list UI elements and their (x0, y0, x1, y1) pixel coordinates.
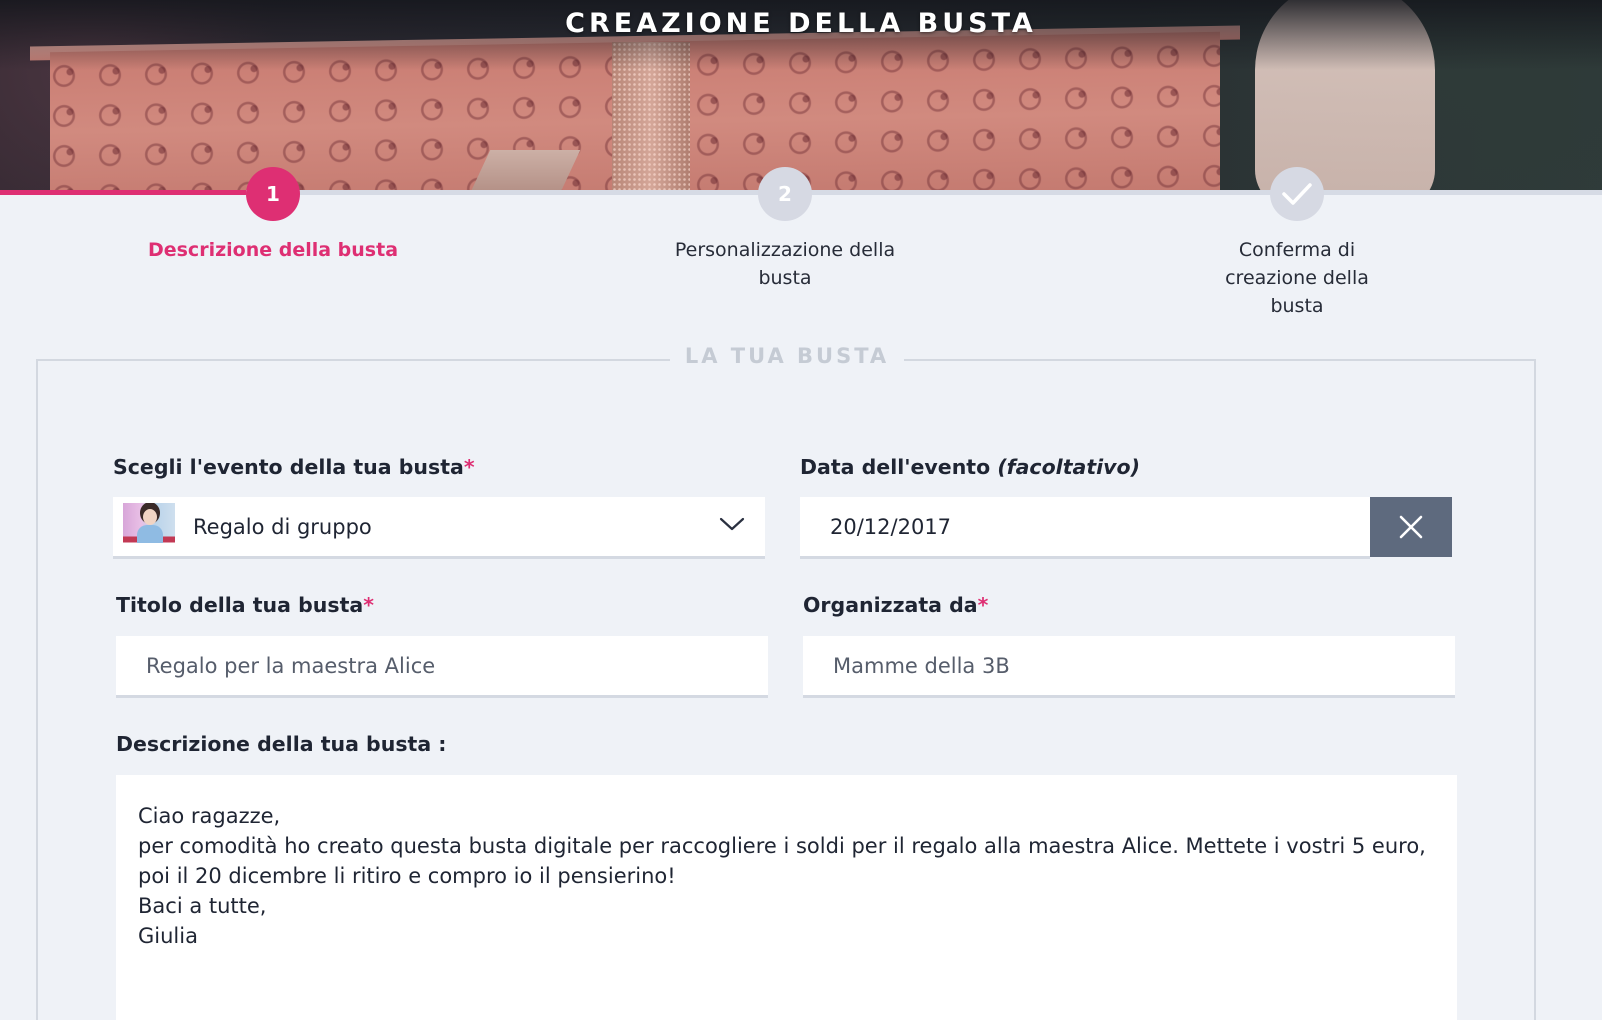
organizer-input-value: Mamme della 3B (833, 653, 1010, 678)
chevron-down-icon[interactable] (719, 516, 745, 532)
date-label: Data dell'evento (facoltativo) (800, 455, 1140, 479)
description-line: Giulia (138, 924, 198, 948)
step-1-number: 1 (266, 182, 280, 206)
title-label: Titolo della tua busta* (116, 593, 374, 617)
step-1-label[interactable]: Descrizione della busta (143, 236, 403, 264)
step-2-number: 2 (778, 182, 792, 206)
page-title: CREAZIONE DELLA BUSTA (565, 8, 1037, 39)
organizer-input[interactable]: Mamme della 3B (803, 636, 1455, 698)
panel-legend: LA TUA BUSTA (670, 344, 904, 376)
step-1-circle[interactable]: 1 (246, 167, 300, 221)
step-2-label[interactable]: Personalizzazione della busta (655, 236, 915, 292)
step-3-label[interactable]: Conferma di creazione della busta (1167, 236, 1427, 320)
description-label: Descrizione della tua busta : (116, 732, 447, 756)
description-line: per comodità ho creato questa busta digi… (138, 834, 1433, 888)
description-line: Ciao ragazze, (138, 804, 281, 828)
event-select-value: Regalo di gruppo (193, 514, 372, 539)
description-line: Baci a tutte, (138, 894, 267, 918)
required-mark: * (977, 593, 989, 617)
hero-banner: CREAZIONE DELLA BUSTA (0, 0, 1602, 194)
step-2-circle[interactable]: 2 (758, 167, 812, 221)
date-input-value: 20/12/2017 (830, 514, 952, 539)
step-3-circle[interactable] (1270, 167, 1324, 221)
stepper-progress (0, 190, 246, 195)
optional-note: (facoltativo) (997, 455, 1140, 479)
required-mark: * (463, 455, 475, 479)
clear-date-button[interactable] (1370, 497, 1452, 557)
required-mark: * (363, 593, 374, 617)
title-input[interactable]: Regalo per la maestra Alice (116, 636, 768, 698)
check-icon (1282, 183, 1312, 205)
organizer-label: Organizzata da* (803, 593, 989, 617)
event-label: Scegli l'evento della tua busta* (113, 455, 475, 479)
title-input-value: Regalo per la maestra Alice (146, 653, 436, 678)
event-thumbnail (123, 502, 175, 551)
event-select[interactable]: Regalo di gruppo (113, 497, 765, 559)
close-icon (1399, 515, 1423, 539)
description-textarea[interactable]: Ciao ragazze, per comodità ho creato que… (116, 775, 1457, 1020)
date-input[interactable]: 20/12/2017 (800, 497, 1370, 559)
